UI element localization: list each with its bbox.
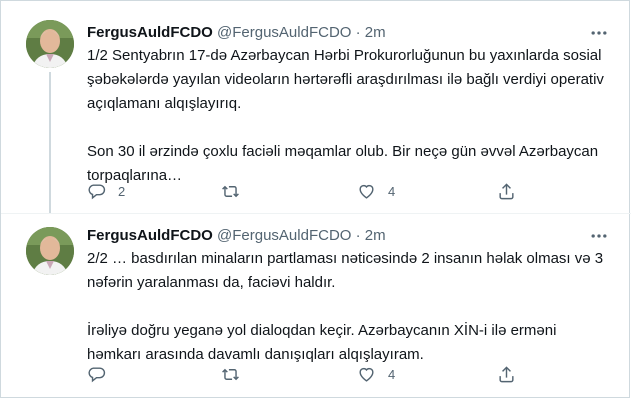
tweet-text: 1/2 Sentyabrın 17-də Azərbaycan Hərbi Pr… [87,44,607,188]
display-name[interactable]: FergusAuldFCDO [87,227,213,244]
reply-icon [88,183,106,199]
tweet[interactable]: FergusAuldFCDO @FergusAuldFCDO · 2m 2/2 … [1,213,631,400]
like-count: 4 [388,366,396,382]
avatar[interactable] [26,227,74,275]
like-button[interactable]: 4 [357,362,395,386]
reply-count: 2 [118,183,126,199]
avatar[interactable] [26,20,74,68]
share-icon [499,182,514,199]
display-name[interactable]: FergusAuldFCDO [87,24,213,41]
thread-connector-line [49,72,51,213]
tweet-paragraph: 2/2 … basdırılan minaların partlaması nə… [87,250,604,291]
separator-dot: · [355,227,361,244]
user-handle[interactable]: @FergusAuldFCDO [217,227,351,244]
like-button[interactable]: 4 [357,179,395,203]
tweet-header: FergusAuldFCDO @FergusAuldFCDO · 2m [87,23,386,43]
tweet-paragraph: İrəliyə doğru yeganə yol dialoqdan keçir… [87,322,557,363]
timestamp[interactable]: 2m [365,24,386,41]
heart-icon [359,367,374,382]
more-icon[interactable] [589,23,609,43]
separator-dot: · [355,24,361,41]
like-count: 4 [388,183,396,199]
tweet-paragraph: 1/2 Sentyabrın 17-də Azərbaycan Hərbi Pr… [87,47,604,112]
share-button[interactable] [497,179,516,203]
user-handle[interactable]: @FergusAuldFCDO [217,24,351,41]
share-icon [499,365,514,382]
reply-button[interactable] [87,362,118,386]
reply-button[interactable]: 2 [87,179,125,203]
retweet-button[interactable] [221,362,252,386]
tweet-header: FergusAuldFCDO @FergusAuldFCDO · 2m [87,226,386,246]
tweet-text: 2/2 … basdırılan minaların partlaması nə… [87,247,607,367]
action-bar: 4 [87,362,537,386]
heart-icon [359,184,374,199]
more-icon[interactable] [589,226,609,246]
retweet-icon [222,368,239,380]
retweet-icon [222,185,239,197]
timestamp[interactable]: 2m [365,227,386,244]
action-bar: 2 4 [87,179,537,203]
tweet[interactable]: FergusAuldFCDO @FergusAuldFCDO · 2m 1/2 … [1,1,631,213]
reply-icon [88,366,106,382]
share-button[interactable] [497,362,516,386]
retweet-button[interactable] [221,179,252,203]
timeline-panel: FergusAuldFCDO @FergusAuldFCDO · 2m 1/2 … [0,0,631,400]
